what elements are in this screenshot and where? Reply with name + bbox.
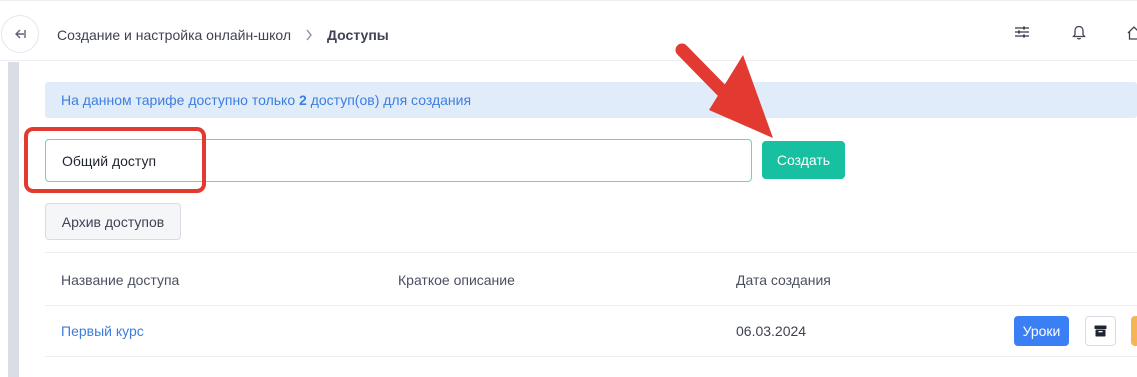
column-header-date: Дата создания — [736, 272, 831, 288]
archive-box-icon — [1094, 325, 1107, 337]
notice-text-end: доступ(ов) для создания — [306, 92, 472, 108]
notice-count: 2 — [299, 92, 307, 108]
table-top-divider — [45, 252, 1137, 253]
top-bar: Создание и настройка онлайн-школ Доступы — [0, 0, 1137, 61]
tariff-notice: На данном тарифе доступно только 2 досту… — [45, 82, 1137, 118]
access-date: 06.03.2024 — [736, 323, 807, 339]
bell-icon[interactable] — [1072, 25, 1086, 41]
collapse-sidebar-icon — [15, 29, 26, 39]
home-icon[interactable] — [1126, 25, 1137, 41]
column-header-name: Название доступа — [61, 272, 180, 288]
breadcrumb-parent[interactable]: Создание и настройка онлайн-школ — [57, 26, 291, 44]
chevron-right-icon — [305, 29, 313, 41]
table-row-divider — [45, 356, 1137, 357]
edit-row-button[interactable] — [1131, 316, 1137, 346]
collapse-sidebar-button[interactable] — [1, 15, 39, 53]
access-name-link[interactable]: Первый курс — [61, 323, 144, 339]
annotation-highlight-box — [24, 127, 206, 193]
column-header-description: Краткое описание — [398, 272, 515, 288]
annotation-arrow — [675, 43, 773, 138]
breadcrumb-current: Доступы — [327, 27, 389, 43]
archive-row-button[interactable] — [1085, 316, 1116, 346]
sliders-icon[interactable] — [1014, 25, 1030, 39]
lessons-button[interactable]: Уроки — [1014, 316, 1069, 346]
access-archive-button[interactable]: Архив доступов — [45, 203, 181, 240]
breadcrumb: Создание и настройка онлайн-школ Доступы — [57, 26, 389, 44]
notice-text: На данном тарифе доступно только — [61, 92, 300, 108]
sidebar-edge — [0, 62, 19, 377]
table-header-divider — [45, 305, 1137, 306]
